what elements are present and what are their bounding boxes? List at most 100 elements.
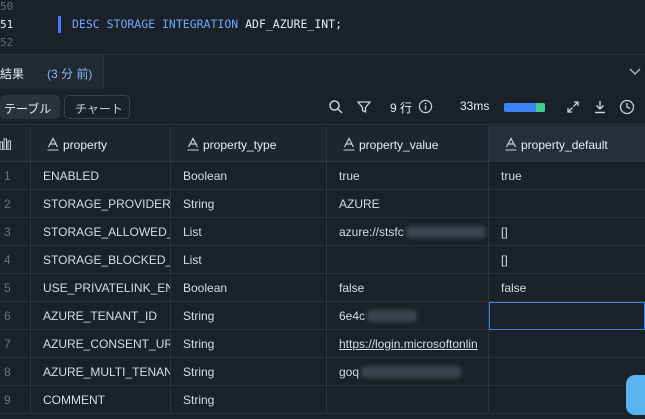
clock-icon[interactable] <box>619 99 635 115</box>
row-number-cell[interactable]: 9 <box>0 386 31 414</box>
download-icon[interactable] <box>592 99 608 115</box>
row-number-cell[interactable]: 8 <box>0 358 31 386</box>
redacted-value <box>361 366 462 378</box>
cell-property[interactable]: STORAGE_ALLOWED_L <box>31 218 171 246</box>
tab-chart-view[interactable]: チャート <box>64 95 130 119</box>
column-header-property-type[interactable]: property_type <box>171 126 327 162</box>
cell-property-default[interactable] <box>489 358 645 386</box>
info-icon[interactable] <box>418 99 433 114</box>
redacted-value <box>367 310 418 322</box>
cell-property-type[interactable]: String <box>171 386 327 414</box>
cell-property-type[interactable]: Boolean <box>171 162 327 190</box>
column-name: property_type <box>203 138 277 152</box>
row-number-header[interactable] <box>0 126 31 162</box>
cell-text: USE_PRIVATELINK_EN <box>43 281 171 295</box>
table-row[interactable]: 1 ENABLED Boolean true true <box>0 162 645 190</box>
table-row[interactable]: 3 STORAGE_ALLOWED_L List azure://stsfc [] <box>0 218 645 246</box>
cell-property-type[interactable]: String <box>171 330 327 358</box>
cell-property-default[interactable]: true <box>489 162 645 190</box>
tab-results-label: 結果 <box>0 67 25 81</box>
cell-text: COMMENT <box>43 393 105 407</box>
cell-property-value[interactable] <box>327 386 489 414</box>
cell-text: STORAGE_BLOCKED_L <box>43 253 171 267</box>
cell-property[interactable]: AZURE_TENANT_ID <box>31 302 171 330</box>
cell-property-value[interactable]: https://login.microsoftonlin <box>327 330 489 358</box>
cell-text: Boolean <box>183 281 228 295</box>
cell-property-value[interactable] <box>327 246 489 274</box>
cell-property-value[interactable]: AZURE <box>327 190 489 218</box>
cell-text: azure://stsfc <box>339 225 404 239</box>
cell-text: String <box>183 309 215 323</box>
column-header-property-default[interactable]: property_default <box>489 126 645 162</box>
row-count: 9 行 <box>390 101 413 115</box>
cell-text: ENABLED <box>43 169 100 183</box>
table-row[interactable]: 5 USE_PRIVATELINK_EN Boolean false false <box>0 274 645 302</box>
cell-text: 6 <box>4 309 11 323</box>
tab-results[interactable]: 結果 (3 分 前) <box>0 55 104 90</box>
row-number-cell[interactable]: 1 <box>0 162 31 190</box>
text-type-icon <box>505 137 517 151</box>
row-number-cell[interactable]: 5 <box>0 274 31 302</box>
cell-text: 4 <box>4 253 11 267</box>
table-row[interactable]: 2 STORAGE_PROVIDER String AZURE <box>0 190 645 218</box>
cell-text: 3 <box>4 225 11 239</box>
cell-property[interactable]: STORAGE_BLOCKED_L <box>31 246 171 274</box>
cell-text: https://login.microsoftonlin <box>339 337 478 351</box>
cell-property-default[interactable]: [] <box>489 246 645 274</box>
cell-property-type[interactable]: String <box>171 302 327 330</box>
table-row[interactable]: 7 AZURE_CONSENT_URI String https://login.mi… <box>0 330 645 358</box>
cell-property[interactable]: AZURE_CONSENT_URI <box>31 330 171 358</box>
column-header-property-value[interactable]: property_value <box>327 126 489 162</box>
column-header-property[interactable]: property <box>31 126 171 162</box>
table-row[interactable]: 4 STORAGE_BLOCKED_L List [] <box>0 246 645 274</box>
cell-property-default[interactable] <box>489 386 645 414</box>
results-toolbar: テーブル チャート 9 行 33ms <box>0 89 645 125</box>
column-stats-icon[interactable] <box>0 138 14 150</box>
cell-text: STORAGE_ALLOWED_L <box>43 225 171 239</box>
cell-property-default[interactable] <box>489 190 645 218</box>
cell-property-value[interactable]: goq <box>327 358 489 386</box>
table-row[interactable]: 9 COMMENT String <box>0 386 645 414</box>
sql-code-line[interactable]: DESC STORAGE INTEGRATION ADF_AZURE_INT; <box>72 17 342 31</box>
cell-property-default[interactable] <box>489 330 645 358</box>
cell-property-type[interactable]: String <box>171 190 327 218</box>
column-name: property_value <box>359 138 439 152</box>
cell-property[interactable]: ENABLED <box>31 162 171 190</box>
row-number-cell[interactable]: 4 <box>0 246 31 274</box>
cell-text: Boolean <box>183 169 228 183</box>
cell-property-value[interactable]: true <box>327 162 489 190</box>
expand-icon[interactable] <box>565 99 581 115</box>
chevron-down-icon[interactable] <box>629 65 641 77</box>
filter-icon[interactable] <box>356 99 372 115</box>
cell-property-default[interactable]: [] <box>489 218 645 246</box>
row-number-cell[interactable]: 6 <box>0 302 31 330</box>
query-progress-bar <box>504 103 545 112</box>
tab-table-view[interactable]: テーブル <box>0 95 60 119</box>
search-icon[interactable] <box>328 99 344 115</box>
cell-property[interactable]: STORAGE_PROVIDER <box>31 190 171 218</box>
cell-property-type[interactable]: String <box>171 358 327 386</box>
assistant-button[interactable] <box>626 375 645 415</box>
cell-property-default[interactable]: false <box>489 274 645 302</box>
cell-property[interactable]: AZURE_MULTI_TENAN <box>31 358 171 386</box>
cell-text: goq <box>339 365 360 379</box>
line-number: 50 <box>0 0 14 13</box>
cell-property-value[interactable]: false <box>327 274 489 302</box>
table-row[interactable]: 8 AZURE_MULTI_TENAN String goq <box>0 358 645 386</box>
cell-property[interactable]: USE_PRIVATELINK_EN <box>31 274 171 302</box>
sql-editor[interactable]: 50 51 52 DESC STORAGE INTEGRATION ADF_AZ… <box>0 0 645 54</box>
row-number-cell[interactable]: 3 <box>0 218 31 246</box>
cell-property-value[interactable]: azure://stsfc <box>327 218 489 246</box>
cell-property-value[interactable]: 6e4c <box>327 302 489 330</box>
row-number-cell[interactable]: 7 <box>0 330 31 358</box>
cell-property-type[interactable]: List <box>171 246 327 274</box>
cell-text: String <box>183 365 215 379</box>
text-type-icon <box>343 137 355 151</box>
cell-text: String <box>183 393 215 407</box>
cell-property-type[interactable]: List <box>171 218 327 246</box>
active-line-marker <box>58 16 61 33</box>
cell-property[interactable]: COMMENT <box>31 386 171 414</box>
row-number-cell[interactable]: 2 <box>0 190 31 218</box>
cell-property-type[interactable]: Boolean <box>171 274 327 302</box>
sql-keywords: DESC STORAGE INTEGRATION <box>72 17 239 31</box>
